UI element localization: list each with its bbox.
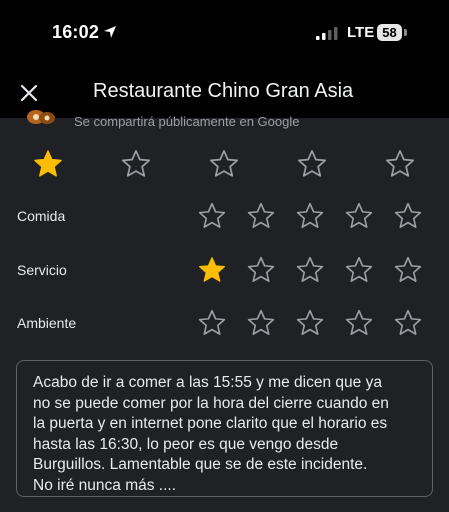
status-bar: 16:02 LTE 58 <box>0 0 449 66</box>
ambiente-star-3[interactable] <box>295 308 325 338</box>
comida-star-2[interactable] <box>246 201 276 231</box>
overall-star-2[interactable] <box>120 148 152 180</box>
network-type: LTE <box>347 24 375 41</box>
servicio-star-3[interactable] <box>295 255 325 285</box>
servicio-star-4[interactable] <box>344 255 374 285</box>
review-text: Acabo de ir a comer a las 15:55 y me dic… <box>33 374 389 494</box>
servicio-star-1[interactable] <box>197 255 227 285</box>
overall-star-1[interactable] <box>32 148 64 180</box>
close-icon[interactable] <box>14 78 44 108</box>
category-label-ambiente: Ambiente <box>17 315 77 331</box>
ambiente-star-5[interactable] <box>393 308 423 338</box>
page-title: Restaurante Chino Gran Asia <box>93 80 354 102</box>
public-notice: Se compartirá públicamente en Google <box>0 107 449 135</box>
profile-avatar <box>27 110 55 124</box>
overall-star-3[interactable] <box>208 148 240 180</box>
review-textarea[interactable]: Acabo de ir a comer a las 15:55 y me dic… <box>16 360 433 497</box>
overall-star-4[interactable] <box>296 148 328 180</box>
location-arrow-icon <box>104 26 116 38</box>
battery-level: 58 <box>377 24 402 41</box>
servicio-star-5[interactable] <box>393 255 423 285</box>
comida-star-1[interactable] <box>197 201 227 231</box>
status-time: 16:02 <box>52 22 100 42</box>
comida-star-5[interactable] <box>393 201 423 231</box>
category-label-servicio: Servicio <box>17 262 67 278</box>
ambiente-star-4[interactable] <box>344 308 374 338</box>
comida-star-4[interactable] <box>344 201 374 231</box>
category-label-comida: Comida <box>17 208 66 224</box>
comida-star-3[interactable] <box>295 201 325 231</box>
ambiente-star-1[interactable] <box>197 308 227 338</box>
public-notice-text: Se compartirá públicamente en Google <box>74 114 300 129</box>
battery-cap <box>404 29 407 36</box>
servicio-star-2[interactable] <box>246 255 276 285</box>
signal-icon <box>316 27 338 40</box>
overall-star-5[interactable] <box>384 148 416 180</box>
ambiente-star-2[interactable] <box>246 308 276 338</box>
